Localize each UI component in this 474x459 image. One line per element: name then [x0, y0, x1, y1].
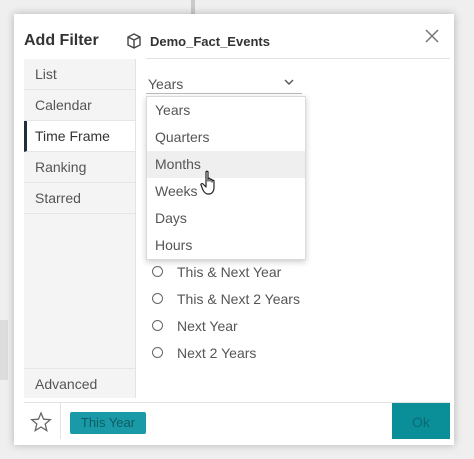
- data-source-name: Demo_Fact_Events: [150, 34, 270, 49]
- dropdown-option-weeks[interactable]: Weeks: [147, 178, 305, 205]
- sidebar-item-calendar[interactable]: Calendar: [24, 90, 135, 121]
- radio-option[interactable]: Next 2 Years: [152, 339, 300, 366]
- radio-icon: [152, 320, 163, 331]
- sidebar-item-list[interactable]: List: [24, 59, 135, 90]
- radio-label: Next Year: [177, 317, 238, 334]
- chevron-down-icon: [284, 79, 294, 85]
- dropdown-option-hours[interactable]: Hours: [147, 232, 305, 259]
- radio-label: This & Next Year: [177, 263, 282, 280]
- dropdown-option-months[interactable]: Months: [147, 151, 305, 178]
- star-icon[interactable]: [30, 411, 52, 433]
- radio-option[interactable]: Next Year: [152, 312, 300, 339]
- cube-icon: [127, 33, 141, 49]
- backdrop-line: [191, 0, 195, 14]
- radio-label: This & Next 2 Years: [177, 290, 300, 307]
- add-filter-dialog: Add Filter Demo_Fact_Events List Calenda…: [14, 14, 454, 445]
- sidebar-item-time-frame[interactable]: Time Frame: [24, 121, 135, 152]
- sidebar-item-starred[interactable]: Starred: [24, 183, 135, 214]
- dialog-footer: This Year Ok: [24, 402, 450, 439]
- period-dropdown: Years Quarters Months Weeks Days Hours: [146, 96, 306, 260]
- ok-button[interactable]: Ok: [392, 403, 450, 439]
- radio-icon: [152, 293, 163, 304]
- dropdown-option-days[interactable]: Days: [147, 205, 305, 232]
- timeframe-options: This & Next Year This & Next 2 Years Nex…: [152, 258, 300, 366]
- period-select[interactable]: Years: [146, 72, 302, 94]
- footer-divider: [60, 403, 61, 439]
- dropdown-option-years[interactable]: Years: [147, 97, 305, 124]
- sidebar-item-advanced[interactable]: Advanced: [24, 368, 135, 398]
- dropdown-option-quarters[interactable]: Quarters: [147, 124, 305, 151]
- period-select-value: Years: [148, 76, 184, 92]
- dialog-header: Add Filter Demo_Fact_Events: [14, 14, 454, 59]
- content-divider: [146, 58, 450, 59]
- radio-option[interactable]: This & Next Year: [152, 258, 300, 285]
- hand-cursor-icon: [200, 170, 215, 195]
- radio-icon: [152, 347, 163, 358]
- close-icon[interactable]: [424, 28, 440, 44]
- radio-option[interactable]: This & Next 2 Years: [152, 285, 300, 312]
- backdrop-line: [0, 320, 8, 380]
- filter-type-sidebar: List Calendar Time Frame Ranking Starred…: [24, 59, 136, 398]
- sidebar-item-ranking[interactable]: Ranking: [24, 152, 135, 183]
- radio-label: Next 2 Years: [177, 344, 257, 361]
- selected-filter-chip[interactable]: This Year: [70, 412, 146, 434]
- radio-icon: [152, 266, 163, 277]
- dialog-title: Add Filter: [24, 32, 99, 49]
